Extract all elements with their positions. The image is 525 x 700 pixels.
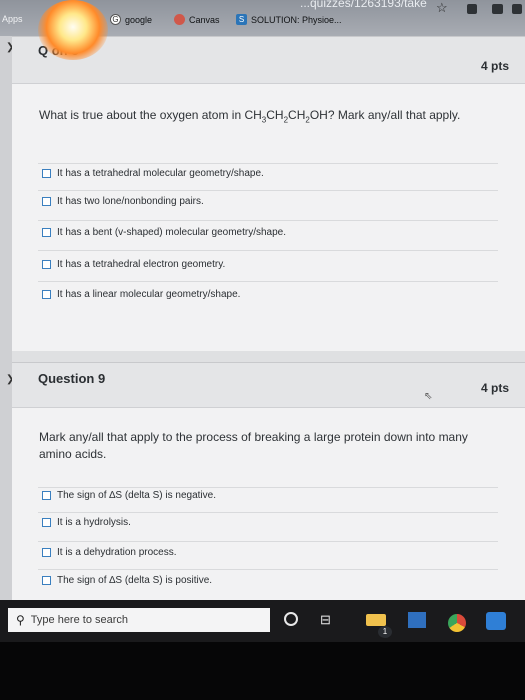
taskbar: ⚲ Type here to search ⊟ 1	[0, 600, 525, 642]
quiz-page: ❯ ❯ Q on 8 4 pts What is true about the …	[0, 36, 525, 601]
divider	[38, 512, 498, 513]
answer-label: It has a tetrahedral molecular geometry/…	[57, 168, 264, 179]
apps-bookmark[interactable]: Apps	[2, 14, 23, 24]
bookmark-canvas-label: Canvas	[189, 14, 220, 25]
divider	[38, 190, 498, 191]
answer-label: It has a tetrahedral electron geometry.	[57, 259, 226, 270]
checkbox[interactable]	[42, 228, 51, 237]
bookmark-canvas[interactable]: Canvas	[174, 14, 220, 25]
checkbox[interactable]	[42, 491, 51, 500]
bookmark-google[interactable]: G google	[110, 14, 152, 25]
divider	[38, 487, 498, 488]
bookmark-star-icon[interactable]: ☆	[436, 0, 448, 16]
search-placeholder: Type here to search	[30, 614, 129, 626]
question-points-9: 4 pts	[480, 381, 509, 395]
question-points-8: 4 pts	[480, 59, 509, 73]
bookmark-solution-label: SOLUTION: Physioe...	[251, 14, 342, 25]
google-icon: G	[110, 14, 121, 25]
taskbar-search-box[interactable]: ⚲ Type here to search	[8, 608, 270, 632]
question-card-9: Question 9 4 pts ⇖ Mark any/all that app…	[12, 362, 525, 601]
canvas-icon	[174, 14, 185, 25]
checkbox[interactable]	[42, 548, 51, 557]
question-prompt-9: Mark any/all that apply to the process o…	[39, 430, 468, 461]
chrome-icon[interactable]	[446, 612, 468, 634]
store-icon[interactable]	[408, 612, 426, 628]
answer-label: It is a dehydration process.	[57, 547, 177, 558]
extension-icon[interactable]	[467, 4, 477, 14]
question-card-8: Q on 8 4 pts What is true about the oxyg…	[12, 36, 525, 351]
divider	[38, 541, 498, 542]
checkbox[interactable]	[42, 518, 51, 527]
prompt-text: OH? Mark any/all that apply.	[309, 108, 461, 122]
answer-option-9-1[interactable]: The sign of ∆S (delta S) is negative.	[42, 490, 216, 501]
answer-option-9-3[interactable]: It is a dehydration process.	[42, 547, 177, 558]
answer-label: The sign of ∆S (delta S) is positive.	[57, 575, 213, 586]
file-explorer-icon[interactable]	[366, 614, 386, 626]
divider	[38, 569, 498, 570]
answer-option-8-4[interactable]: It has a tetrahedral electron geometry.	[42, 259, 225, 270]
screen-bezel	[0, 642, 525, 700]
task-view-icon[interactable]: ⊟	[320, 612, 331, 628]
answer-label: The sign of ∆S (delta S) is negative.	[57, 490, 216, 501]
checkbox[interactable]	[42, 197, 51, 206]
question-title-9: Question 9	[38, 371, 106, 386]
bookmark-google-label: google	[125, 14, 153, 25]
answer-label: It has a linear molecular geometry/shape…	[57, 289, 241, 300]
extension-icon[interactable]	[492, 4, 503, 14]
answer-label: It has two lone/nonbonding pairs.	[57, 196, 204, 207]
light-glare	[38, 0, 108, 60]
prompt-text: What is true about the oxygen atom in CH	[39, 108, 262, 122]
checkbox[interactable]	[42, 290, 51, 299]
question-header-9: Question 9 4 pts ⇖	[12, 363, 525, 408]
answer-option-8-5[interactable]: It has a linear molecular geometry/shape…	[42, 289, 240, 300]
answer-option-8-2[interactable]: It has two lone/nonbonding pairs.	[42, 196, 204, 207]
checkbox[interactable]	[42, 576, 51, 585]
answer-option-8-3[interactable]: It has a bent (v-shaped) molecular geome…	[42, 227, 286, 238]
divider	[38, 281, 498, 282]
prompt-text: CH	[266, 108, 284, 122]
left-gutter	[0, 36, 12, 600]
mouse-cursor-icon: ⇖	[424, 391, 433, 402]
answer-option-9-4[interactable]: The sign of ∆S (delta S) is positive.	[42, 575, 212, 586]
divider	[38, 250, 498, 251]
search-icon: ⚲	[16, 613, 25, 627]
answer-label: It has a bent (v-shaped) molecular geome…	[57, 227, 287, 238]
bookmark-solution[interactable]: S SOLUTION: Physioe...	[236, 14, 342, 25]
answer-option-8-1[interactable]: It has a tetrahedral molecular geometry/…	[42, 168, 264, 179]
mail-icon[interactable]	[486, 612, 506, 630]
cortana-circle-icon[interactable]	[284, 612, 298, 626]
answer-label: It is a hydrolysis.	[57, 517, 131, 528]
extension-icon[interactable]	[512, 4, 522, 14]
checkbox[interactable]	[42, 169, 51, 178]
divider	[38, 163, 498, 164]
question-prompt-8: What is true about the oxygen atom in CH…	[39, 107, 479, 128]
prompt-text: CH	[288, 108, 306, 122]
url-fragment[interactable]: ...quizzes/1263193/take	[300, 0, 427, 10]
solution-site-icon: S	[236, 14, 247, 25]
checkbox[interactable]	[42, 260, 51, 269]
answer-option-9-2[interactable]: It is a hydrolysis.	[42, 517, 131, 528]
divider	[38, 220, 498, 221]
notification-badge: 1	[378, 626, 392, 638]
